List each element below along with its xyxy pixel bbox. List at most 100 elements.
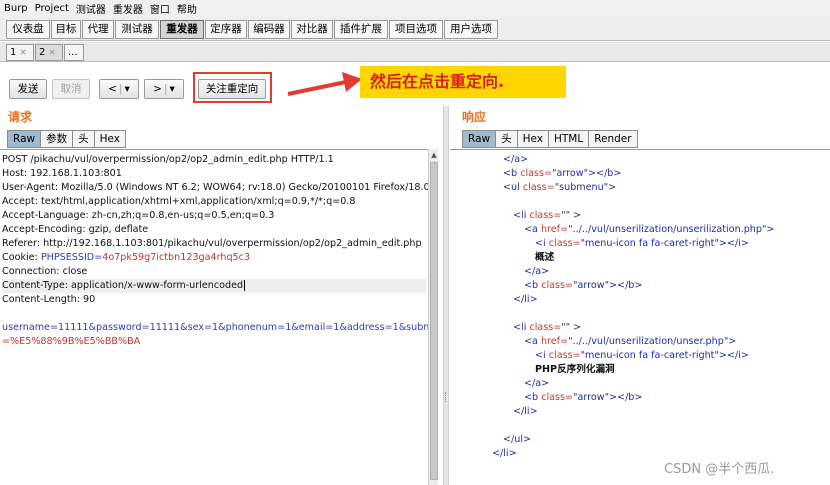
tab-extender[interactable]: 插件扩展 (334, 20, 388, 39)
scroll-up-icon[interactable]: ▲ (429, 150, 439, 160)
tab-headers[interactable]: 头 (73, 130, 95, 148)
close-icon[interactable]: × (19, 48, 27, 58)
tab-proxy[interactable]: 代理 (82, 20, 114, 39)
tab-repeater[interactable]: 重发器 (160, 20, 204, 39)
request-line: Accept-Language: zh-cn,zh;q=0.8,en-us;q=… (2, 210, 275, 221)
tab-raw[interactable]: Raw (462, 130, 497, 148)
response-line: <i class="menu-icon fa fa-caret-right"><… (535, 350, 749, 361)
request-line: Accept: text/html,application/xhtml+xml,… (2, 196, 356, 207)
menu-project[interactable]: Project (35, 3, 69, 14)
response-line: </a> (524, 266, 550, 277)
response-view-tabs: Raw 头 Hex HTML Render (462, 130, 638, 148)
tab-hex[interactable]: Hex (94, 130, 126, 148)
response-title: 响应 (462, 110, 487, 124)
annotation-label: 然后在点击重定向. (360, 66, 566, 98)
menu-burp[interactable]: Burp (4, 3, 28, 14)
tab-user-options[interactable]: 用户选项 (444, 20, 498, 39)
cookie-name: PHPSESSID (40, 252, 95, 263)
href-value: ../../vul/unserilization/unser.php (572, 336, 724, 347)
tab-hex[interactable]: Hex (517, 130, 549, 148)
class-value: menu-icon fa fa-caret-right (585, 350, 715, 361)
response-line: <a href="../../vul/unserilization/unser.… (524, 336, 737, 347)
response-text: 概述 (535, 252, 555, 263)
tab-dashboard[interactable]: 仪表盘 (6, 20, 50, 39)
class-value: menu-icon fa fa-caret-right (585, 238, 715, 249)
response-line: </ul> (503, 434, 532, 445)
response-line: <b class="arrow"></b> (503, 168, 622, 179)
menu-bar: Burp Project 测试器 重发器 窗口 帮助 (0, 0, 830, 17)
response-line: </li> (492, 448, 517, 459)
class-value: arrow (577, 392, 605, 403)
request-editor[interactable]: POST /pikachu/vul/overpermission/op2/op2… (0, 149, 428, 485)
tab-params[interactable]: 参数 (41, 130, 74, 148)
response-line: <b class="arrow"></b> (524, 392, 643, 403)
repeater-tab-1[interactable]: 1 × (6, 44, 34, 61)
repeater-tab-2[interactable]: 2 × (35, 44, 63, 61)
tab-project-options[interactable]: 项目选项 (389, 20, 443, 39)
repeater-tab-label: 2 (39, 47, 46, 58)
tab-intruder[interactable]: 测试器 (115, 20, 159, 39)
tab-decoder[interactable]: 编码器 (248, 20, 290, 39)
tab-target[interactable]: 目标 (51, 20, 81, 39)
class-value: arrow (577, 280, 605, 291)
tab-html[interactable]: HTML (548, 130, 590, 148)
tab-raw[interactable]: Raw (7, 130, 42, 148)
response-line: <b class="arrow"></b> (524, 280, 643, 291)
forward-button[interactable]: > | ▾ (144, 79, 184, 99)
request-line: POST /pikachu/vul/overpermission/op2/op2… (2, 154, 334, 165)
back-icon: < (108, 83, 117, 95)
menu-help[interactable]: 帮助 (177, 1, 197, 16)
request-scrollbar[interactable]: ▲ (428, 149, 438, 485)
pane-divider[interactable] (443, 106, 449, 485)
menu-window[interactable]: 窗口 (150, 1, 170, 16)
response-line: <ul class="submenu"> (503, 182, 617, 193)
response-line: <li class="" > (513, 322, 582, 333)
request-line: Content-Type: application/x-www-form-url… (2, 279, 426, 293)
tab-sequencer[interactable]: 定序器 (205, 20, 247, 39)
response-line: </a> (503, 154, 529, 165)
menu-repeater[interactable]: 重发器 (113, 1, 143, 16)
request-line: Connection: close (2, 266, 88, 277)
watermark: CSDN @半个西瓜. (664, 462, 775, 477)
forward-icon: > (153, 83, 162, 95)
class-value: arrow (556, 168, 584, 179)
menu-intruder[interactable]: 测试器 (76, 1, 106, 16)
request-line: Host: 192.168.1.103:801 (2, 168, 122, 179)
chevron-down-icon: ▾ (124, 83, 130, 95)
request-body: username=11111&password=11111&sex=1&phon… (2, 322, 428, 333)
response-line: </li> (513, 406, 538, 417)
tab-comparer[interactable]: 对比器 (291, 20, 333, 39)
cancel-button[interactable]: 取消 (52, 79, 90, 99)
header-name: Cookie: (2, 252, 41, 263)
repeater-tab-bar: 1 × 2 × ... (0, 42, 830, 62)
tab-headers[interactable]: 头 (496, 130, 518, 148)
request-view-tabs: Raw 参数 头 Hex (7, 130, 126, 148)
chevron-down-icon: ▾ (169, 83, 175, 95)
request-line-text: Content-Type: application/x-www-form-url… (2, 280, 244, 291)
main-tab-bar: 仪表盘 目标 代理 测试器 重发器 定序器 编码器 对比器 插件扩展 项目选项 … (0, 17, 830, 41)
arrow-icon (287, 72, 362, 96)
cookie-value: 4o7pk59g7ictbn123ga4rhq5c3 (102, 252, 251, 263)
request-line: Referer: http://192.168.1.103:801/pikach… (2, 238, 422, 249)
cookie-line: Cookie: PHPSESSID=4o7pk59g7ictbn123ga4rh… (2, 251, 250, 265)
response-line: <i class="menu-icon fa fa-caret-right"><… (535, 238, 749, 249)
response-editor[interactable]: </a> <b class="arrow"></b> <ul class="su… (450, 149, 830, 485)
response-text: PHP反序列化漏洞 (535, 364, 615, 375)
response-line: <li class="" > (513, 210, 582, 221)
request-title: 请求 (8, 110, 33, 124)
request-body: =%E5%88%9B%E5%BB%BA (2, 336, 141, 347)
response-line: </li> (513, 294, 538, 305)
back-button[interactable]: < | ▾ (99, 79, 139, 99)
close-icon[interactable]: × (48, 48, 56, 58)
class-value: submenu (559, 182, 604, 193)
response-line: </a> (524, 378, 550, 389)
text-cursor: ​ (244, 280, 246, 291)
response-line: <a href="../../vul/unserilization/unseri… (524, 224, 775, 235)
tab-render[interactable]: Render (589, 130, 638, 148)
send-button[interactable]: 发送 (9, 79, 47, 99)
href-value: ../../vul/unserilization/unserilization.… (572, 224, 762, 235)
highlight-box (193, 72, 272, 103)
request-line: Content-Length: 90 (2, 294, 96, 305)
new-tab-button[interactable]: ... (64, 44, 84, 61)
scroll-thumb[interactable] (430, 162, 438, 480)
